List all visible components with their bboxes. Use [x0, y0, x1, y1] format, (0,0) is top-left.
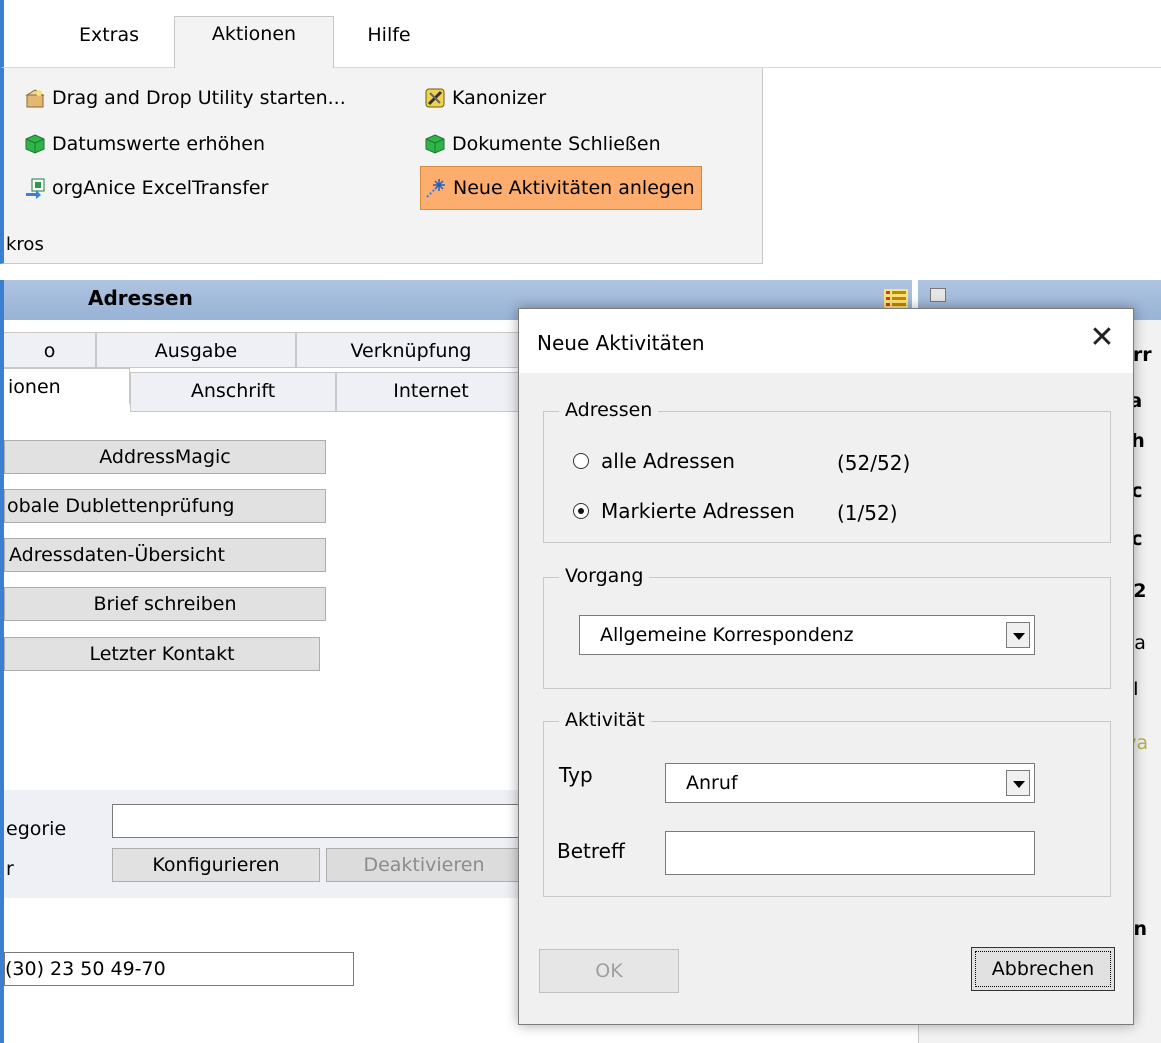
- betreff-label: Betreff: [557, 839, 625, 863]
- green-cube-icon: [25, 134, 45, 154]
- radio-circle-selected: [573, 503, 589, 519]
- markierte-adressen-count: (1/52): [837, 501, 898, 525]
- vorgang-group-label: Vorgang: [559, 565, 650, 587]
- macro-dokumente-schliessen[interactable]: Dokumente Schließen: [424, 126, 661, 162]
- konfigurieren-button[interactable]: Konfigurieren: [112, 848, 320, 882]
- address-window-body: [0, 320, 540, 1043]
- adressdaten-uebersicht-button[interactable]: Adressdaten-Übersicht: [4, 538, 326, 572]
- alle-adressen-count: (52/52): [837, 451, 911, 475]
- addressmagic-button[interactable]: AddressMagic: [4, 440, 326, 474]
- phone-field[interactable]: (30) 23 50 49-70: [4, 952, 354, 986]
- kategorie-label: egorie: [6, 818, 67, 840]
- macro-kanonizer[interactable]: Kanonizer: [424, 80, 546, 116]
- adressen-group: [543, 411, 1111, 543]
- kategorie-input[interactable]: [112, 804, 522, 838]
- chevron-down-icon[interactable]: [1006, 770, 1030, 796]
- radio-circle: [573, 453, 589, 469]
- close-icon[interactable]: ✕: [1085, 323, 1119, 357]
- typ-select[interactable]: Anruf: [665, 763, 1035, 803]
- tab-hilfe[interactable]: Hilfe: [334, 18, 444, 68]
- sparkle-icon: [426, 179, 445, 198]
- tab-anschrift[interactable]: Anschrift: [130, 372, 336, 412]
- betreff-input[interactable]: [665, 831, 1035, 875]
- deaktivieren-button[interactable]: Deaktivieren: [326, 848, 522, 882]
- macro-excel-transfer[interactable]: orgAnice ExcelTransfer: [24, 170, 268, 206]
- neue-aktivitaeten-dialog: Neue Aktivitäten ✕ Adressen alle Adresse…: [518, 308, 1134, 1025]
- ok-button[interactable]: OK: [539, 949, 679, 993]
- tools-icon: [425, 88, 445, 108]
- macro-datumswerte[interactable]: Datumswerte erhöhen: [24, 126, 265, 162]
- ribbon-group-label: kros: [6, 234, 44, 255]
- tab-internet[interactable]: Internet: [336, 372, 526, 412]
- excel-transfer-icon: [26, 178, 45, 199]
- list-icon[interactable]: [884, 288, 908, 310]
- filter-label: r: [6, 858, 14, 880]
- green-cube-icon: [425, 134, 445, 154]
- adressen-group-label: Adressen: [559, 399, 659, 421]
- dialog-titlebar: Neue Aktivitäten ✕: [519, 309, 1133, 373]
- ribbon-tab-bar: Extras Aktionen Hilfe: [0, 0, 1161, 68]
- ribbon-empty-area: [763, 68, 1161, 264]
- tab-extras[interactable]: Extras: [44, 18, 174, 68]
- typ-label: Typ: [559, 763, 593, 787]
- letzter-kontakt-button[interactable]: Letzter Kontakt: [4, 637, 320, 671]
- tab-aktionen-addr[interactable]: ionen: [4, 368, 130, 404]
- vorgang-select[interactable]: Allgemeine Korrespondenz: [579, 615, 1035, 655]
- cancel-button[interactable]: Abbrechen: [971, 947, 1115, 991]
- chevron-down-icon[interactable]: [1006, 622, 1030, 648]
- brief-schreiben-button[interactable]: Brief schreiben: [4, 587, 326, 621]
- tab-ausgabe[interactable]: Ausgabe: [96, 332, 296, 368]
- tab-verknuepfung[interactable]: Verknüpfung: [296, 332, 526, 368]
- macro-drag-drop[interactable]: Drag and Drop Utility starten...: [24, 80, 346, 116]
- macro-neue-aktivitaeten[interactable]: Neue Aktivitäten anlegen: [420, 166, 702, 210]
- address-window-title: Adressen: [88, 286, 193, 310]
- window-restore-icon[interactable]: [930, 288, 946, 302]
- dublettenpruefung-button[interactable]: obale Dublettenprüfung: [4, 489, 326, 523]
- tab-info[interactable]: o: [4, 332, 96, 368]
- tab-aktionen[interactable]: Aktionen: [174, 16, 334, 68]
- dialog-title: Neue Aktivitäten: [537, 331, 705, 355]
- aktivitaet-group-label: Aktivität: [559, 709, 651, 731]
- package-icon: [25, 89, 45, 108]
- radio-alle-adressen[interactable]: alle Adressen: [573, 449, 735, 473]
- radio-markierte-adressen[interactable]: Markierte Adressen: [573, 499, 795, 523]
